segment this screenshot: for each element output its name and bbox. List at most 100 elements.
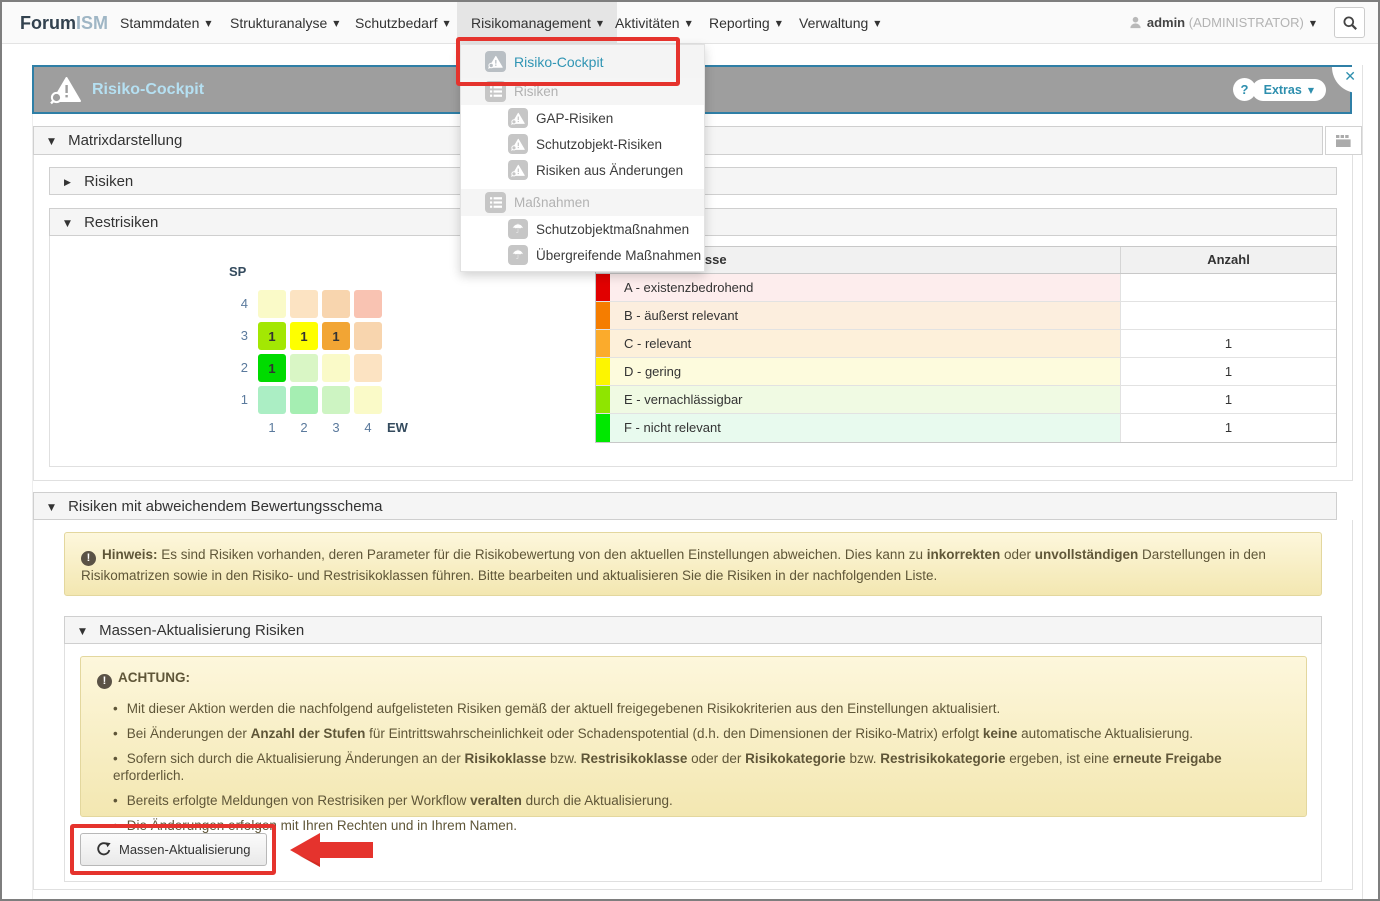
achtung-bullet: Bereits erfolgte Meldungen von Restrisik… — [113, 792, 1290, 809]
matrix-cell — [290, 386, 318, 414]
class-label: E - vernachlässigbar — [624, 392, 743, 407]
matrix-cell: 1 — [322, 322, 350, 350]
table-row: C - relevant 1 — [596, 330, 1336, 358]
section-title: Risiken mit abweichendem Bewertungsschem… — [68, 498, 382, 515]
class-color-stripe — [596, 330, 610, 357]
class-label: F - nicht relevant — [624, 420, 721, 435]
collapse-arrow-icon: ▼ — [48, 503, 55, 513]
section-abweichendes-schema[interactable]: ▼ Risiken mit abweichendem Bewertungssch… — [33, 492, 1337, 520]
section-title: Massen-Aktualisierung Risiken — [99, 622, 304, 639]
menu-item-schutzobjekt-risiken[interactable]: Schutzobjekt-Risiken — [461, 131, 704, 157]
risk-cockpit-icon — [485, 51, 506, 72]
restrisiko-class-table: Restrisikoklasse Anzahl A - existenzbedr… — [595, 246, 1337, 443]
matrix-x-axis-label: EW — [387, 420, 408, 435]
nav-reporting[interactable]: Reporting▼ — [709, 2, 782, 44]
expand-arrow-icon: ▶ — [64, 178, 71, 188]
menu-group-risiken: Risiken — [461, 78, 704, 105]
matrix-cell — [322, 290, 350, 318]
top-navigation: ForumISM Stammdaten▼ Strukturanalyse▼ Sc… — [2, 2, 1378, 44]
popout-window-button[interactable] — [1325, 126, 1362, 155]
table-row: E - vernachlässigbar 1 — [596, 386, 1336, 414]
count-column-header: Anzahl — [1120, 247, 1336, 273]
class-color-stripe — [596, 414, 610, 442]
section-massen-aktualisierung[interactable]: ▼ Massen-Aktualisierung Risiken — [64, 616, 1322, 644]
hinweis-alert: !Hinweis: Es sind Risiken vorhanden, der… — [64, 532, 1322, 596]
section-title: Risiken — [84, 173, 133, 190]
risk-icon — [508, 134, 528, 154]
menu-item-risiken-aus-aenderungen[interactable]: Risiken aus Änderungen — [461, 157, 704, 183]
table-row: A - existenzbedrohend — [596, 274, 1336, 302]
nav-stammdaten[interactable]: Stammdaten▼ — [120, 2, 212, 44]
matrix-row-label: 1 — [224, 392, 248, 407]
class-color-stripe — [596, 274, 610, 301]
nav-schutzbedarf[interactable]: Schutzbedarf▼ — [355, 2, 450, 44]
matrix-col-label: 3 — [322, 420, 350, 435]
window-icon — [1334, 133, 1353, 149]
class-count: 1 — [1120, 386, 1336, 413]
matrix-cell: 1 — [290, 322, 318, 350]
matrix-cell — [354, 290, 382, 318]
matrix-cell — [354, 354, 382, 382]
app-window: Risiko-Cockpit ? Extras▼ ✕ ▼ Matrixdarst… — [0, 0, 1380, 901]
exclamation-circle-icon: ! — [97, 674, 112, 689]
risk-icon — [508, 108, 528, 128]
risk-icon — [508, 160, 528, 180]
table-row: F - nicht relevant 1 — [596, 414, 1336, 442]
matrix-row-label: 3 — [224, 328, 248, 343]
achtung-title: ACHTUNG: — [118, 670, 190, 685]
massen-aktualisierung-button[interactable]: Massen-Aktualisierung — [80, 833, 267, 866]
close-icon[interactable]: ✕ — [1344, 69, 1356, 85]
user-menu[interactable]: admin (ADMINISTRATOR)▼ — [1129, 2, 1316, 44]
search-button[interactable] — [1334, 7, 1365, 38]
chevron-down-icon: ▼ — [444, 19, 450, 28]
class-label: D - gering — [624, 364, 681, 379]
achtung-bullet: Bei Änderungen der Anzahl der Stufen für… — [113, 725, 1290, 742]
chevron-down-icon: ▼ — [1310, 19, 1316, 28]
class-label: C - relevant — [624, 336, 691, 351]
umbrella-icon: ☂ — [508, 219, 528, 239]
class-count: 1 — [1120, 330, 1336, 357]
menu-group-massnahmen: Maßnahmen — [461, 189, 704, 216]
class-label: B - äußerst relevant — [624, 308, 738, 323]
matrix-cell: 1 — [258, 354, 286, 382]
refresh-icon — [96, 842, 111, 857]
class-color-stripe — [596, 386, 610, 413]
chevron-down-icon: ▼ — [1308, 86, 1314, 95]
chevron-down-icon: ▼ — [333, 19, 339, 28]
risikomanagement-dropdown: Risiko-Cockpit Risiken — [460, 44, 705, 272]
extras-button[interactable]: Extras▼ — [1252, 79, 1326, 101]
collapse-arrow-icon: ▼ — [48, 137, 55, 147]
achtung-bullet: Die Änderungen erfolgen mit Ihren Rechte… — [113, 817, 1290, 834]
chevron-down-icon: ▼ — [776, 19, 782, 28]
menu-item-schutzobjektmassnahmen[interactable]: ☂ Schutzobjektmaßnahmen — [461, 216, 704, 242]
collapse-arrow-icon: ▼ — [64, 219, 71, 229]
exclamation-circle-icon: ! — [81, 551, 96, 566]
nav-aktivitaeten[interactable]: Aktivitäten▼ — [615, 2, 692, 44]
collapse-arrow-icon: ▼ — [79, 627, 86, 637]
class-count: 1 — [1120, 414, 1336, 442]
section-title: Restrisiken — [84, 214, 158, 231]
menu-item-risiko-cockpit[interactable]: Risiko-Cockpit — [461, 45, 704, 78]
matrix-cell — [258, 290, 286, 318]
app-logo[interactable]: ForumISM — [20, 2, 108, 44]
risk-cockpit-icon — [50, 76, 82, 110]
matrix-col-label: 1 — [258, 420, 286, 435]
chevron-down-icon: ▼ — [874, 19, 880, 28]
nav-verwaltung[interactable]: Verwaltung▼ — [799, 2, 880, 44]
nav-strukturanalyse[interactable]: Strukturanalyse▼ — [230, 2, 339, 44]
menu-item-uebergreifende-massnahmen[interactable]: ☂ Übergreifende Maßnahmen — [461, 242, 704, 268]
class-color-stripe — [596, 358, 610, 385]
matrix-cell: 1 — [258, 322, 286, 350]
matrix-y-axis-label: SP — [229, 264, 246, 279]
matrix-col-label: 4 — [354, 420, 382, 435]
table-row: B - äußerst relevant — [596, 302, 1336, 330]
list-icon — [485, 192, 506, 213]
nav-risikomanagement[interactable]: Risikomanagement▼ — [457, 2, 617, 44]
list-icon — [485, 81, 506, 102]
achtung-bullet: Mit dieser Aktion werden die nachfolgend… — [113, 700, 1290, 717]
table-header-row: Restrisikoklasse Anzahl — [596, 247, 1336, 274]
matrix-cell — [258, 386, 286, 414]
menu-item-gap-risiken[interactable]: GAP-Risiken — [461, 105, 704, 131]
matrix-row-label: 2 — [224, 360, 248, 375]
matrix-cell — [322, 354, 350, 382]
